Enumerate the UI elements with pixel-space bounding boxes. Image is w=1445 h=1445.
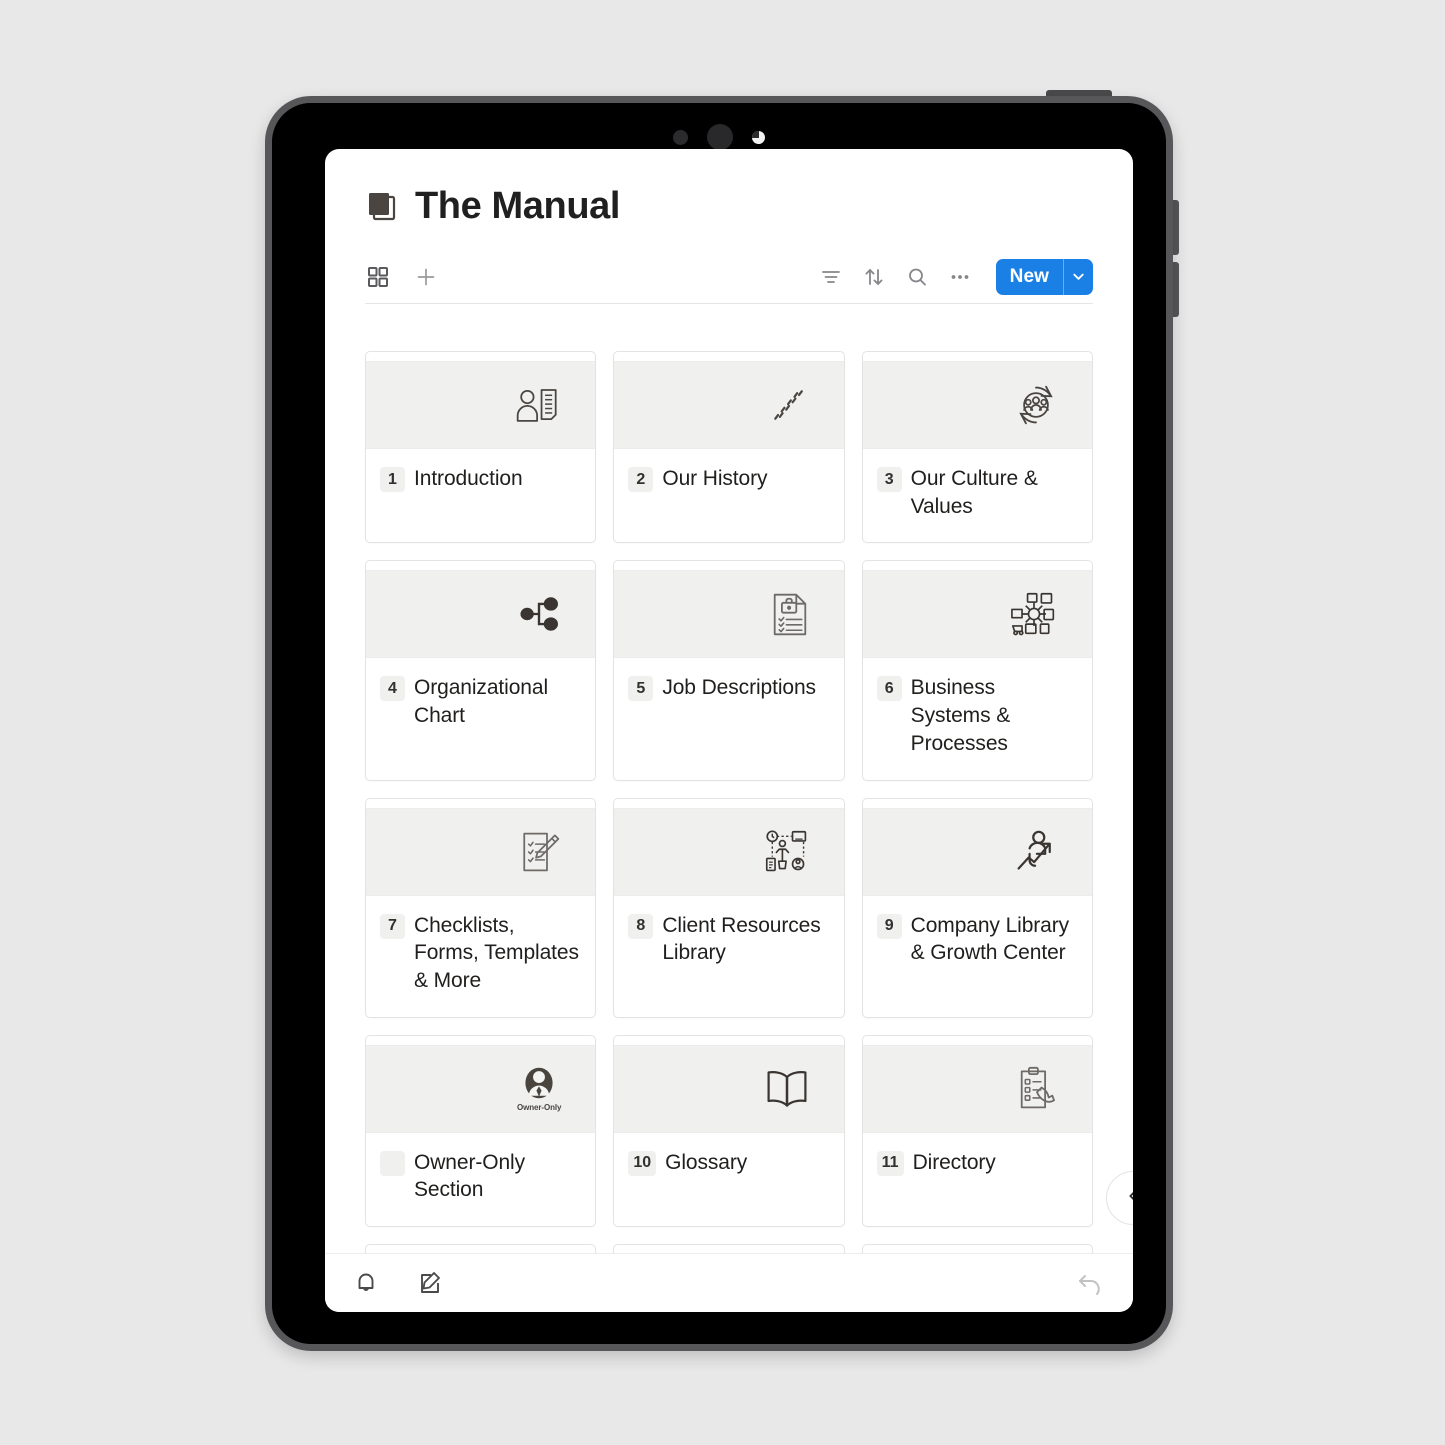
owner-only-caption: Owner-Only <box>516 1103 562 1113</box>
card-number-badge: 3 <box>876 467 902 492</box>
card-title: Checklists, Forms, Templates & More <box>414 913 579 993</box>
card-title: Glossary <box>665 1150 748 1174</box>
new-button[interactable]: New <box>995 258 1093 295</box>
card-grid-scroll[interactable]: 1 Introduction 2 Our History 3 Our Cultu… <box>325 343 1133 1253</box>
card-title: Owner-Only Section <box>414 1150 526 1202</box>
new-button-label: New <box>1009 265 1049 287</box>
sensor-dot-icon <box>673 129 688 145</box>
screenshot-stage: The Manual New 1 Introduction 2 Our Hist… <box>0 0 1445 1445</box>
toolbar-left-group <box>365 264 439 290</box>
card-cover: Owner-Only <box>366 1044 596 1133</box>
card-glossary[interactable]: 10 Glossary <box>613 1034 845 1228</box>
front-camera-icon <box>707 124 733 150</box>
card-title: Business Systems & Processes <box>910 676 1011 755</box>
card-title: Directory <box>912 1150 996 1174</box>
more-options-icon[interactable] <box>947 264 973 290</box>
card-cover <box>614 570 844 659</box>
card-cover <box>862 807 1092 896</box>
card-body: 2 Our History <box>614 449 843 535</box>
card-number-badge: 9 <box>876 913 902 939</box>
notifications-icon[interactable] <box>351 1268 381 1298</box>
card-number-badge: 7 <box>380 913 405 939</box>
card-number-badge: 10 <box>628 1150 657 1176</box>
card-title: Introduction <box>414 467 523 490</box>
card-body: 1 Introduction <box>366 449 595 535</box>
filter-icon[interactable] <box>818 264 844 290</box>
card-business-systems-processes[interactable]: 6 Business Systems & Processes <box>861 560 1093 781</box>
grid-view-icon[interactable] <box>365 264 391 290</box>
sort-icon[interactable] <box>861 264 887 290</box>
card-body: 8 Client Resources Library <box>614 896 843 989</box>
card-our-culture-values[interactable]: 3 Our Culture & Values <box>861 351 1093 544</box>
card-directory[interactable]: 11 Directory <box>861 1034 1093 1228</box>
card-title: Company Library & Growth Center <box>910 913 1070 965</box>
card-number-badge: 11 <box>876 1150 904 1176</box>
card-title: Our History <box>662 467 768 490</box>
card-ambulance[interactable] <box>365 1244 597 1253</box>
card-body: 7 Checklists, Forms, Templates & More <box>366 896 595 1017</box>
search-icon[interactable] <box>904 264 930 290</box>
card-cover <box>614 361 844 449</box>
card-number-badge: 6 <box>876 676 902 702</box>
card-owner-only-section[interactable]: Owner-Only Owner-Only Section <box>365 1034 597 1228</box>
card-body: 5 Job Descriptions <box>614 658 843 744</box>
view-toolbar: New <box>365 250 1093 304</box>
chevron-down-icon[interactable] <box>1063 258 1093 295</box>
card-body: 4 Organizational Chart <box>366 658 595 751</box>
card-client-resources-library[interactable]: 8 Client Resources Library <box>613 797 845 1018</box>
card-number-badge: 4 <box>380 676 405 702</box>
card-organizational-chart[interactable]: 4 Organizational Chart <box>365 560 597 781</box>
card-cover <box>366 807 596 896</box>
card-introduction[interactable]: 1 Introduction <box>365 351 597 544</box>
card-body: 11 Directory <box>863 1133 1092 1219</box>
card-job-descriptions[interactable]: 5 Job Descriptions <box>613 560 845 781</box>
card-body: 3 Our Culture & Values <box>863 449 1092 542</box>
add-view-icon[interactable] <box>413 264 439 290</box>
app-header: The Manual <box>325 149 1133 228</box>
device-bezel: The Manual New 1 Introduction 2 Our Hist… <box>272 103 1166 1344</box>
card-head-checklist[interactable] <box>861 1244 1093 1253</box>
card-cover <box>366 570 596 659</box>
card-title: Client Resources Library <box>662 913 821 965</box>
card-body: 9 Company Library & Growth Center <box>863 896 1092 989</box>
undo-icon[interactable] <box>1075 1268 1105 1298</box>
card-number-badge: 5 <box>628 676 654 702</box>
compose-icon[interactable] <box>415 1268 445 1298</box>
card-grid: 1 Introduction 2 Our History 3 Our Cultu… <box>325 343 1133 1253</box>
card-cover <box>366 361 596 449</box>
owner-only-avatar-icon: Owner-Only <box>517 1065 561 1112</box>
page-title: The Manual <box>415 185 621 227</box>
card-number-badge <box>380 1150 405 1176</box>
card-cover <box>862 1044 1092 1133</box>
card-company-library-growth-center[interactable]: 9 Company Library & Growth Center <box>861 797 1093 1018</box>
card-cover <box>862 361 1092 449</box>
card-body: 10 Glossary <box>614 1133 843 1219</box>
card-cover <box>862 570 1092 659</box>
card-cover <box>614 807 844 896</box>
card-title: Our Culture & Values <box>910 467 1038 518</box>
card-our-history[interactable]: 2 Our History <box>613 351 845 544</box>
app-screen: The Manual New 1 Introduction 2 Our Hist… <box>325 149 1133 1312</box>
sensor-row <box>272 124 1166 150</box>
chevron-left-icon <box>1126 1189 1133 1208</box>
card-body: 6 Business Systems & Processes <box>863 658 1092 779</box>
toolbar-right-group: New <box>818 258 1093 295</box>
card-number-badge: 1 <box>380 467 405 492</box>
card-feedback-chat[interactable] <box>613 1244 845 1253</box>
card-number-badge: 2 <box>628 467 654 492</box>
card-body: Owner-Only Section <box>366 1133 595 1226</box>
bottom-toolbar <box>325 1253 1133 1312</box>
card-checklists-forms-templates[interactable]: 7 Checklists, Forms, Templates & More <box>365 797 597 1018</box>
book-icon <box>365 190 399 224</box>
ambient-light-sensor-icon <box>752 130 765 144</box>
card-title: Organizational Chart <box>414 676 549 728</box>
tablet-device: The Manual New 1 Introduction 2 Our Hist… <box>265 96 1173 1351</box>
card-title: Job Descriptions <box>662 676 816 700</box>
card-cover <box>614 1044 844 1133</box>
card-number-badge: 8 <box>628 913 654 939</box>
